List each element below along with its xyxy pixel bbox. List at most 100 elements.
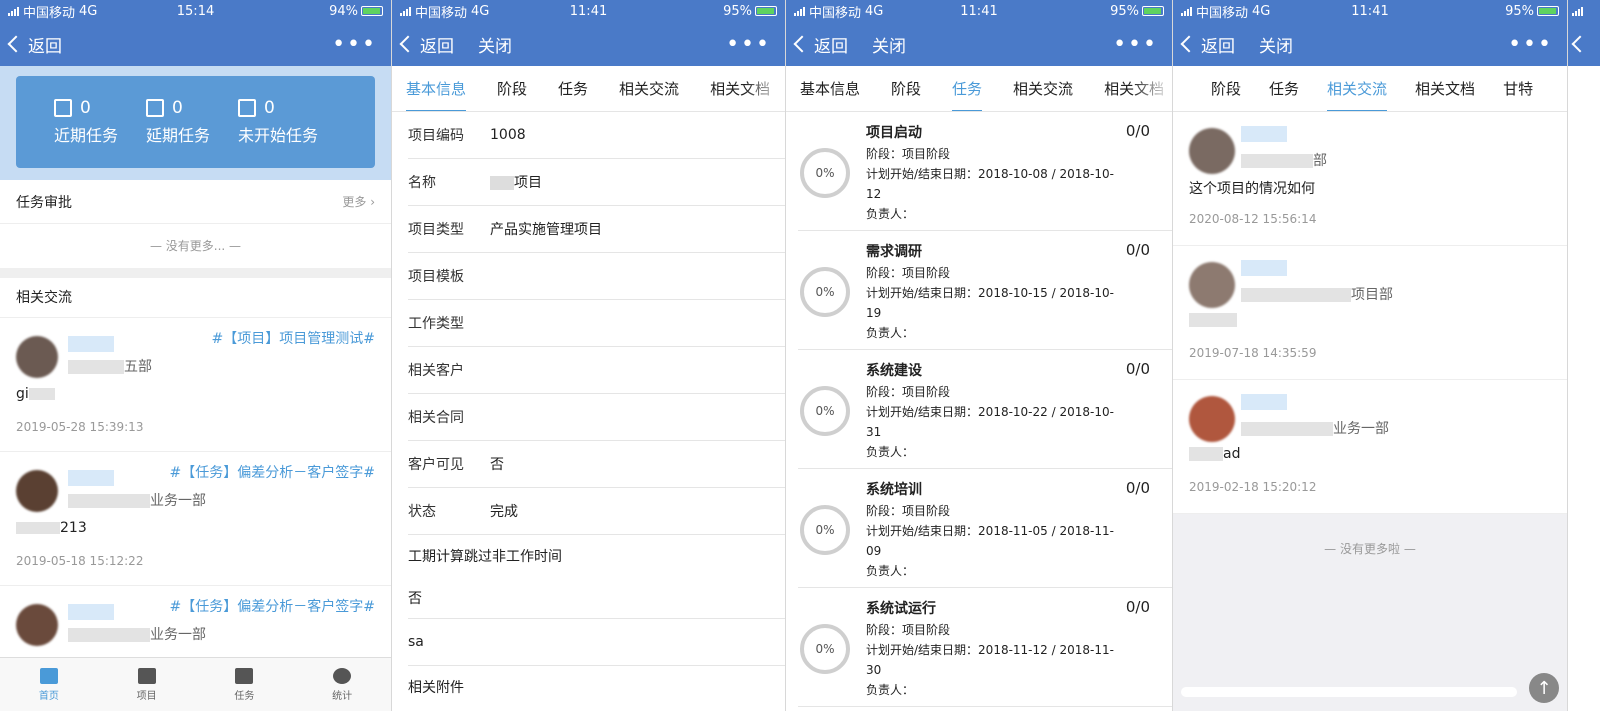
tab-home[interactable]: 首页	[0, 658, 98, 711]
signal-icon	[1572, 6, 1583, 16]
tab-stages[interactable]: 阶段	[891, 66, 921, 111]
tab-tasks[interactable]: 任务	[952, 66, 983, 111]
detail-tabs: 基本信息 阶段 任务 相关交流 相关文档	[786, 66, 1172, 112]
progress-ring: 0%	[800, 624, 850, 674]
input-bar[interactable]	[1181, 687, 1517, 697]
comment-time: 2019-07-18 14:35:59	[1189, 346, 1317, 360]
info-row-customer: 相关客户	[408, 347, 785, 394]
stat-delayed-tasks[interactable]: 0 延期任务	[146, 98, 210, 146]
nav-bar	[1568, 22, 1600, 66]
list-item[interactable]: #【项目】项目管理测试# 五部 gi 2019-05-28 15:39:13	[0, 318, 391, 452]
tab-projects[interactable]: 项目	[98, 658, 196, 711]
task-item[interactable]: 0% 需求调研 0/0 阶段：项目阶段 计划开始/结束日期：2018-10-15…	[798, 231, 1172, 350]
status-bar: 中国移动 4G 11:41 95%	[786, 0, 1172, 22]
task-item[interactable]: 0% 系统试运行 0/0 阶段：项目阶段 计划开始/结束日期：2018-11-1…	[798, 588, 1172, 707]
more-menu-button[interactable]: •••	[332, 32, 377, 57]
list-item[interactable]: 部 这个项目的情况如何 2020-08-12 15:56:14	[1173, 112, 1567, 246]
post-tag[interactable]: #【任务】偏差分析－客户签字#	[170, 462, 375, 482]
tab-tasks[interactable]: 任务	[196, 658, 294, 711]
approval-more-link[interactable]: 更多 ›	[342, 193, 375, 210]
battery-icon	[755, 6, 777, 16]
tab-tasks[interactable]: 任务	[1269, 66, 1299, 111]
chevron-left-icon	[1180, 35, 1198, 53]
more-menu-button[interactable]: •••	[726, 32, 771, 57]
nav-bar: 返回 关闭 •••	[1173, 22, 1567, 66]
task-item[interactable]: 0% 项目启动 0/0 阶段：项目阶段 计划开始/结束日期：2018-10-08…	[798, 112, 1172, 231]
battery-percent: 95%	[1110, 3, 1139, 19]
chevron-left-icon	[399, 35, 417, 53]
battery-percent: 94%	[329, 3, 358, 19]
clipboard-icon	[235, 667, 254, 684]
signal-icon	[1181, 6, 1192, 16]
task-item[interactable]: 0% 系统培训 0/0 阶段：项目阶段 计划开始/结束日期：2018-11-05…	[798, 469, 1172, 588]
list-item[interactable]: 项目部 2019-07-18 14:35:59	[1173, 246, 1567, 380]
info-row-type: 项目类型 产品实施管理项目	[408, 206, 785, 253]
close-button[interactable]: 关闭	[872, 32, 906, 57]
signal-icon	[400, 6, 411, 16]
scroll-top-button[interactable]: ↑	[1529, 673, 1559, 703]
post-time: 2019-05-18 15:12:22	[16, 554, 144, 568]
back-button[interactable]: 返回	[1180, 32, 1235, 57]
status-time: 15:14	[176, 3, 215, 19]
project-info-screen: 中国移动 4G 11:41 95% 返回 关闭 ••• 基本信息 阶段 任务 相…	[392, 0, 786, 711]
nav-bar: 返回 关闭 •••	[392, 22, 785, 66]
back-button[interactable]: 返回	[793, 32, 848, 57]
chevron-right-icon: ›	[370, 195, 375, 209]
tab-discussion[interactable]: 相关交流	[619, 66, 679, 111]
tab-stages[interactable]: 阶段	[1211, 66, 1241, 111]
tab-basic-info[interactable]: 基本信息	[406, 66, 467, 111]
avatar	[1189, 262, 1235, 308]
more-menu-button[interactable]: •••	[1508, 32, 1553, 57]
tab-discussion[interactable]: 相关交流	[1013, 66, 1073, 111]
list-item[interactable]: #【任务】偏差分析－客户签字# 业务一部 213 2019-05-18 15:1…	[0, 452, 391, 586]
battery-icon	[1142, 6, 1164, 16]
info-row-visible: 客户可见否	[408, 441, 785, 488]
detail-tabs: 阶段 任务 相关交流 相关文档 甘特	[1173, 66, 1567, 112]
tab-tasks[interactable]: 任务	[558, 66, 588, 111]
comment-time: 2020-08-12 15:56:14	[1189, 212, 1317, 226]
document-icon	[54, 99, 72, 117]
home-icon	[39, 667, 58, 684]
close-button[interactable]: 关闭	[478, 32, 512, 57]
bottom-tab-bar: 首页 项目 任务 统计	[0, 657, 391, 711]
battery-percent: 95%	[1505, 3, 1534, 19]
cropped-screen-edge	[1568, 0, 1600, 711]
info-row-skip-nonworking: 工期计算跳过非工作时间 否 sa 相关附件	[408, 535, 785, 710]
post-tag[interactable]: #【项目】项目管理测试#	[212, 328, 375, 348]
arrow-up-icon: ↑	[1536, 677, 1552, 699]
tab-stats[interactable]: 统计	[293, 658, 391, 711]
info-row-template: 项目模板	[408, 253, 785, 300]
tab-documents[interactable]: 相关文档	[1415, 66, 1475, 111]
tab-basic-info[interactable]: 基本信息	[800, 66, 860, 111]
stat-not-started-tasks[interactable]: 0 未开始任务	[238, 98, 318, 146]
stat-recent-tasks[interactable]: 0 近期任务	[54, 98, 118, 146]
signal-icon	[794, 6, 805, 16]
chevron-left-icon	[7, 35, 25, 53]
chevron-left-icon[interactable]	[1571, 35, 1589, 53]
delayed-icon	[146, 99, 165, 117]
task-item[interactable]: 0% 系统建设 0/0 阶段：项目阶段 计划开始/结束日期：2018-10-22…	[798, 350, 1172, 469]
info-row-work-type: 工作类型	[408, 300, 785, 347]
home-screen: 中国移动 4G 15:14 94% 返回 ••• 0 近期任务 0 延期任务 0 未开…	[0, 0, 392, 711]
status-time: 11:41	[569, 3, 608, 19]
tab-stages[interactable]: 阶段	[497, 66, 527, 111]
more-menu-button[interactable]: •••	[1113, 32, 1158, 57]
post-tag[interactable]: #【任务】偏差分析－客户签字#	[170, 596, 375, 616]
avatar	[16, 470, 58, 512]
close-button[interactable]: 关闭	[1259, 32, 1293, 57]
tab-discussion[interactable]: 相关交流	[1327, 66, 1388, 111]
task-stats-card: 0 近期任务 0 延期任务 0 未开始任务	[16, 76, 375, 168]
progress-ring: 0%	[800, 267, 850, 317]
back-button[interactable]: 返回	[399, 32, 454, 57]
list-item[interactable]: 业务一部 ad 2019-02-18 15:20:12	[1173, 380, 1567, 514]
nav-bar: 返回 •••	[0, 22, 391, 66]
progress-ring: 0%	[800, 386, 850, 436]
back-button[interactable]: 返回	[7, 32, 62, 57]
chevron-left-icon	[793, 35, 811, 53]
folder-icon	[137, 667, 156, 684]
progress-ring: 0%	[800, 148, 850, 198]
status-bar: 中国移动 4G 11:41 95%	[1173, 0, 1567, 22]
info-row-name: 名称 项目	[408, 159, 785, 206]
battery-percent: 95%	[723, 3, 752, 19]
status-bar: 中国移动 4G 15:14 94%	[0, 0, 391, 22]
